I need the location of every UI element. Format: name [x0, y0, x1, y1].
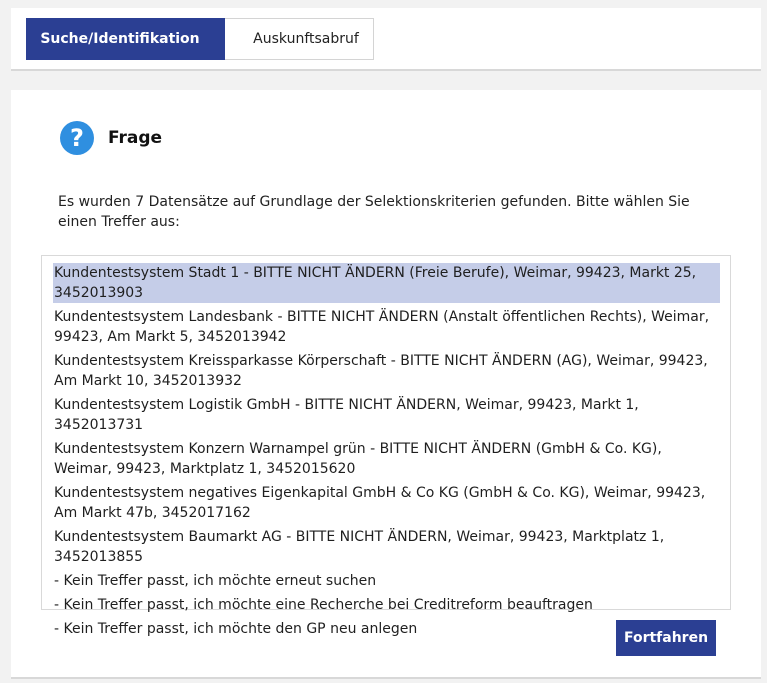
question-circle-icon: ? [60, 121, 94, 155]
list-item[interactable]: - Kein Treffer passt, ich möchte erneut … [53, 571, 720, 591]
step-search-identification-label: Suche/Identifikation [40, 31, 200, 47]
list-item[interactable]: Kundentestsystem Stadt 1 - BITTE NICHT Ä… [53, 263, 720, 303]
list-item[interactable]: Kundentestsystem Konzern Warnampel grün … [53, 439, 720, 479]
question-panel: ? Frage Es wurden 7 Datensätze auf Grund… [11, 90, 761, 679]
list-item[interactable]: - Kein Treffer passt, ich möchte eine Re… [53, 595, 720, 615]
list-item[interactable]: Kundentestsystem Landesbank - BITTE NICH… [53, 307, 720, 347]
list-item[interactable]: Kundentestsystem Baumarkt AG - BITTE NIC… [53, 527, 720, 567]
list-item[interactable]: Kundentestsystem Logistik GmbH - BITTE N… [53, 395, 720, 435]
step-search-identification[interactable]: Suche/Identifikation [26, 18, 243, 60]
step-indicator: Suche/Identifikation Auskunftsabruf [11, 8, 761, 71]
continue-button[interactable]: Fortfahren [616, 620, 716, 656]
question-title: Frage [108, 128, 163, 148]
question-text: Es wurden 7 Datensätze auf Grundlage der… [58, 194, 690, 230]
list-item[interactable]: Kundentestsystem Kreissparkasse Körpersc… [53, 351, 720, 391]
step-information-request-label: Auskunftsabruf [253, 31, 359, 47]
step-information-request[interactable]: Auskunftsabruf [225, 18, 374, 60]
match-listbox[interactable]: Kundentestsystem Stadt 1 - BITTE NICHT Ä… [41, 255, 731, 637]
list-item[interactable]: Kundentestsystem negatives Eigenkapital … [53, 483, 720, 523]
